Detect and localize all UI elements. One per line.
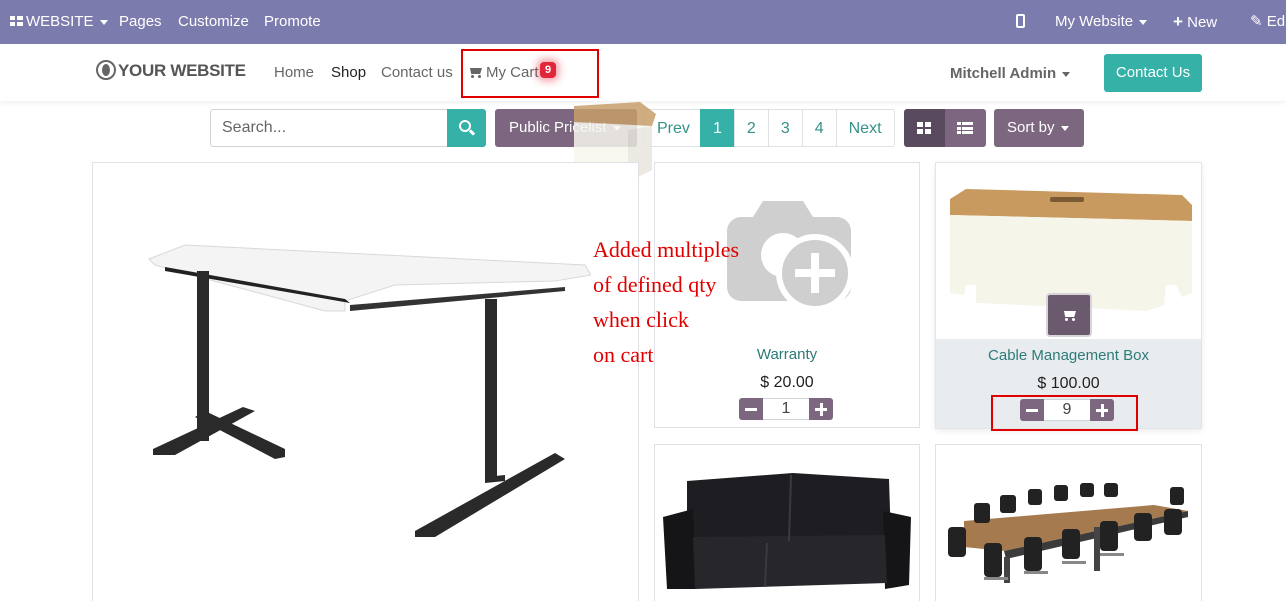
pager-page-1[interactable]: 1 (700, 109, 735, 147)
sort-by-dropdown[interactable]: Sort by (994, 109, 1084, 147)
website-navbar: YOUR WEBSITE Home Shop Contact us My Car… (0, 44, 1286, 101)
pencil-icon: ✎ (1250, 13, 1263, 30)
cart-icon (1062, 310, 1077, 321)
my-cart-link[interactable]: My Cart (468, 64, 539, 81)
caret-down-icon (1060, 125, 1069, 131)
edit-button[interactable]: ✎ Edit (1250, 0, 1286, 44)
pager-page-4[interactable]: 4 (801, 109, 837, 147)
quantity-minus-button[interactable] (739, 398, 763, 420)
search-icon (459, 120, 471, 132)
product-card-desk[interactable] (92, 162, 639, 601)
cart-icon (468, 67, 483, 78)
user-menu[interactable]: Mitchell Admin (950, 65, 1071, 82)
quantity-plus-button[interactable] (1090, 399, 1114, 421)
quantity-stepper (1020, 399, 1114, 421)
product-image-conference-table (948, 483, 1188, 583)
cart-count-badge: 9 (540, 62, 556, 78)
pagination: Prev 1 2 3 4 Next (644, 109, 895, 147)
quantity-stepper (739, 398, 833, 420)
pager-next[interactable]: Next (835, 109, 895, 147)
quantity-input[interactable] (1044, 399, 1090, 421)
mobile-icon (1016, 14, 1025, 28)
pager-page-2[interactable]: 2 (733, 109, 769, 147)
globe-icon (96, 60, 116, 80)
product-card-sofa[interactable] (654, 444, 920, 601)
my-website-menu[interactable]: My Website (1055, 0, 1148, 44)
nav-contact-us[interactable]: Contact us (381, 64, 453, 81)
add-to-cart-button[interactable] (1046, 293, 1092, 337)
product-image-sofa (663, 473, 911, 589)
product-price: $ 100.00 (1037, 375, 1100, 392)
product-image-desk (148, 244, 591, 537)
quantity-minus-button[interactable] (1020, 399, 1044, 421)
product-name[interactable]: Cable Management Box (936, 347, 1201, 364)
contact-us-button[interactable]: Contact Us (1104, 54, 1202, 92)
nav-shop[interactable]: Shop (331, 64, 366, 81)
pager-page-3[interactable]: 3 (767, 109, 803, 147)
site-logo[interactable]: YOUR WEBSITE (96, 60, 246, 81)
caret-down-icon (1062, 71, 1071, 77)
search-button[interactable] (447, 109, 486, 147)
product-price: $ 20.00 (760, 374, 814, 391)
search-input[interactable] (210, 109, 448, 147)
new-button[interactable]: + New (1173, 0, 1217, 44)
website-menu[interactable]: WEBSITE (10, 0, 108, 44)
annotation-text: Added multiples of defined qty when clic… (593, 237, 740, 367)
quantity-input[interactable] (763, 398, 809, 420)
product-card-cable-box[interactable]: Cable Management Box $ 100.00 (935, 162, 1202, 429)
apps-icon (10, 16, 23, 27)
nav-home[interactable]: Home (274, 64, 314, 81)
list-icon (957, 122, 973, 134)
mobile-preview-button[interactable] (1016, 0, 1025, 44)
admin-bar: WEBSITE Pages Customize Promote My Websi… (0, 0, 1286, 44)
grid-view-button[interactable] (904, 109, 945, 147)
product-card-conference-table[interactable] (935, 444, 1202, 601)
promote-menu[interactable]: Promote (264, 0, 321, 44)
product-image-area (936, 163, 1201, 339)
pages-menu[interactable]: Pages (119, 0, 162, 44)
customize-menu[interactable]: Customize (178, 0, 249, 44)
list-view-button[interactable] (945, 109, 986, 147)
caret-down-icon (99, 19, 108, 25)
grid-icon (917, 122, 931, 134)
quantity-plus-button[interactable] (809, 398, 833, 420)
caret-down-icon (1139, 19, 1148, 25)
plus-icon: + (1173, 12, 1183, 31)
